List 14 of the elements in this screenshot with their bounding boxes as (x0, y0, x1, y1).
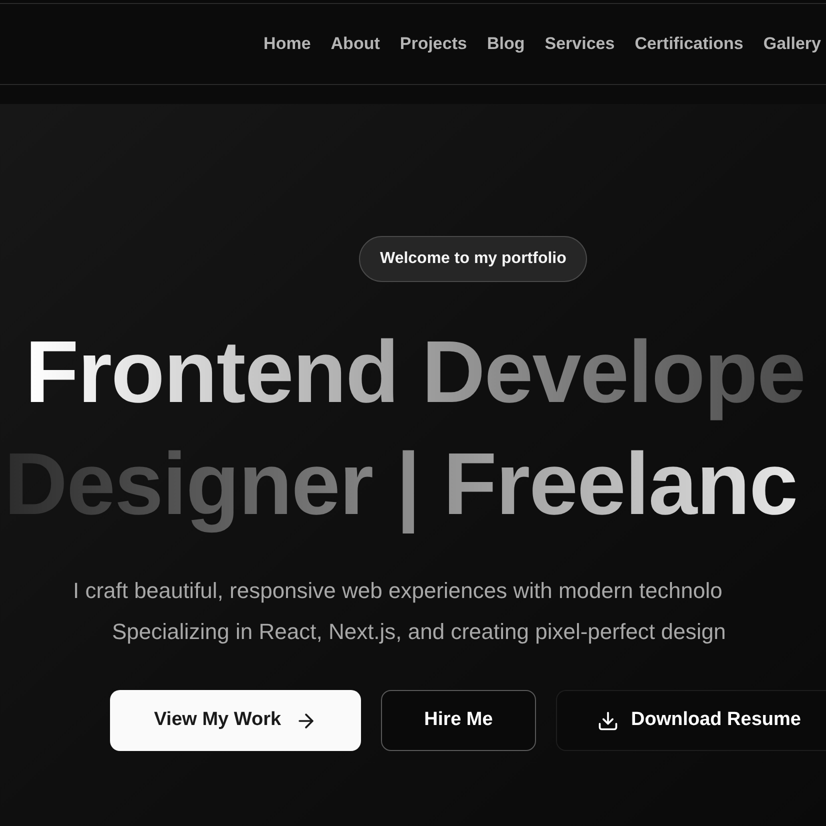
nav-link[interactable]: Blog (486, 31, 525, 57)
welcome-badge: Welcome to my portfolio (359, 236, 588, 282)
nav-link[interactable]: Certifications (634, 31, 744, 57)
nav-link[interactable]: About (330, 31, 380, 57)
subtitle-line: Specializing in React, Next.js, and creating pixel-perfect design (112, 618, 726, 646)
subtitle-line: I craft beautiful, responsive web experiences with modern technolo (73, 577, 722, 605)
nav-link[interactable]: Services (544, 31, 615, 57)
nav-link[interactable]: Gallery (763, 31, 821, 57)
download-icon (597, 710, 619, 732)
download-resume-button[interactable]: Download Resume (556, 690, 826, 751)
nav-link[interactable]: Projects (400, 31, 467, 57)
view-work-button[interactable]: View My Work (110, 690, 361, 751)
nav-link[interactable]: Home (264, 31, 311, 57)
hire-me-button[interactable]: Hire Me (381, 690, 536, 751)
